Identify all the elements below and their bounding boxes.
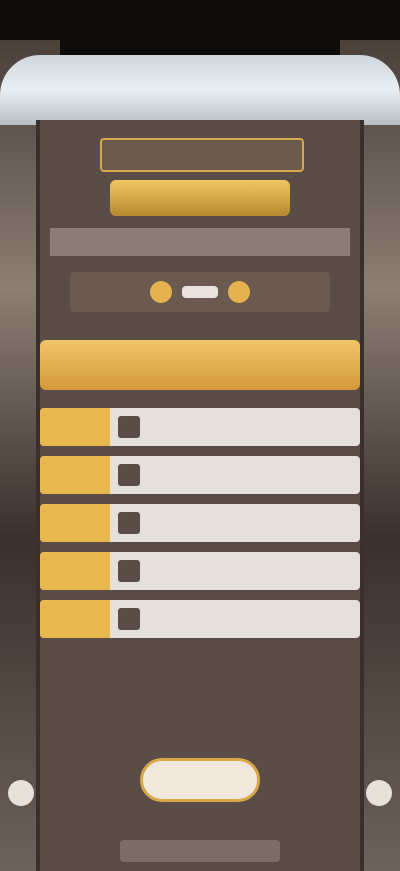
player-name — [182, 286, 218, 298]
title-plate — [110, 180, 290, 216]
left-orb-icon — [8, 780, 34, 806]
table-row[interactable] — [40, 456, 360, 494]
action-button[interactable] — [140, 758, 260, 802]
player-name-bar — [70, 272, 330, 312]
footer-text — [120, 840, 280, 862]
table-row[interactable] — [40, 408, 360, 446]
rank-cell — [40, 600, 110, 638]
header-badge — [100, 138, 304, 172]
avatar-icon — [118, 416, 140, 438]
right-orb-icon — [366, 780, 392, 806]
rank-cell — [40, 504, 110, 542]
rank-cell — [40, 408, 110, 446]
subtitle — [50, 228, 350, 256]
avatar-icon — [118, 464, 140, 486]
coin-icon — [150, 281, 172, 303]
table-header — [40, 340, 360, 390]
avatar-icon — [118, 560, 140, 582]
top-banner — [0, 55, 400, 125]
rank-cell — [40, 552, 110, 590]
avatar-icon — [118, 608, 140, 630]
avatar-icon — [118, 512, 140, 534]
table-row[interactable] — [40, 600, 360, 638]
rank-cell — [40, 456, 110, 494]
coin-icon — [228, 281, 250, 303]
table-row[interactable] — [40, 552, 360, 590]
table-row[interactable] — [40, 504, 360, 542]
leaderboard-rows — [40, 408, 360, 648]
